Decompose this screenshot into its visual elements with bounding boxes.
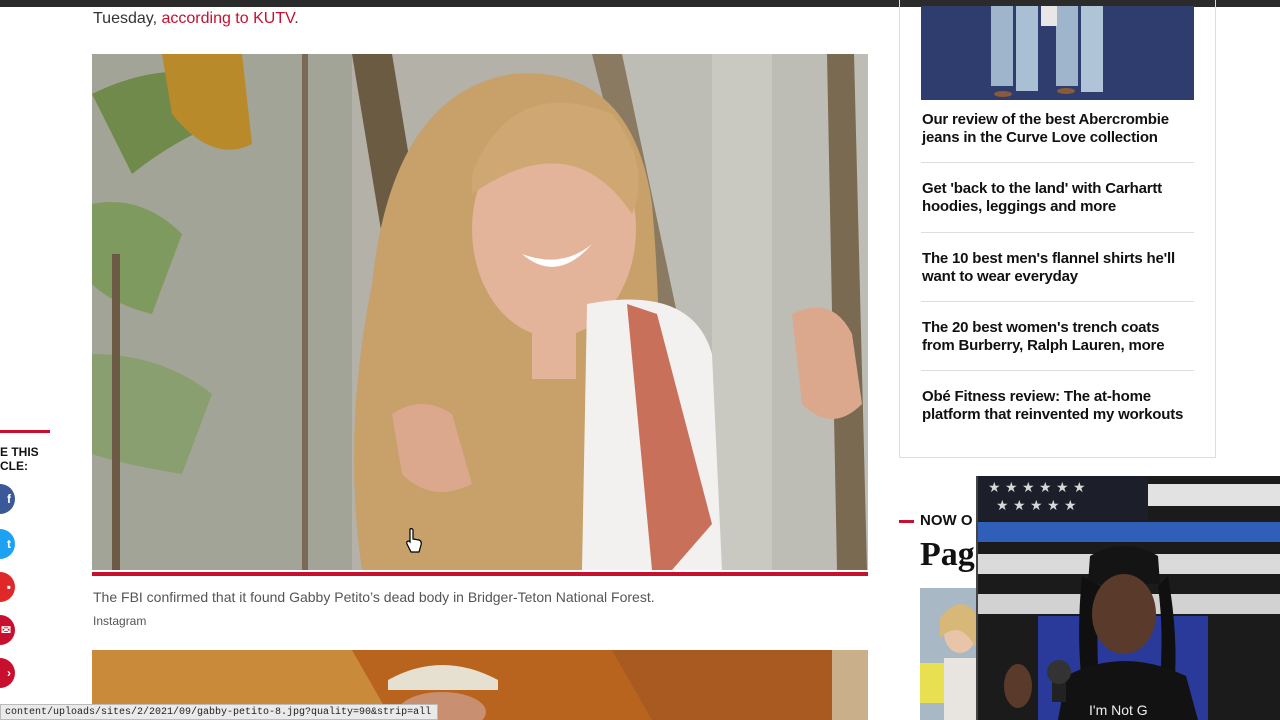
kutv-link[interactable]: according to KUTV xyxy=(161,10,294,27)
article-lead-paragraph: Tuesday, according to KUTV. xyxy=(93,10,299,28)
lead-end: . xyxy=(294,10,299,27)
status-bar-url: content/uploads/sites/2/2021/09/gabby-pe… xyxy=(0,704,439,720)
flipboard-icon[interactable]: ▪ xyxy=(0,572,15,602)
page-thumbnail[interactable] xyxy=(920,588,976,720)
svg-text:★ ★ ★ ★ ★: ★ ★ ★ ★ ★ xyxy=(996,498,1077,514)
now-section-label: NOW O xyxy=(899,512,973,529)
more-icon[interactable]: › xyxy=(0,658,15,688)
promo-list: Our review of the best Abercrombie jeans… xyxy=(921,100,1194,440)
promo-item[interactable]: The 10 best men's flannel shirts he'll w… xyxy=(921,233,1194,302)
mouse-pointer-icon xyxy=(405,528,423,559)
photo-credit: Instagram xyxy=(93,614,147,628)
twitter-icon[interactable]: t xyxy=(0,529,15,559)
page-section-title: Pag xyxy=(920,536,975,573)
share-label-line1: E THIS xyxy=(0,445,39,459)
share-label: E THIS CLE: xyxy=(0,445,39,473)
promo-item[interactable]: Obé Fitness review: The at-home platform… xyxy=(921,371,1194,440)
lead-text: Tuesday, xyxy=(93,10,162,27)
share-panel: E THIS CLE: f t ▪ ✉ › xyxy=(0,430,50,688)
promo-item[interactable]: Get 'back to the land' with Carhartt hoo… xyxy=(921,163,1194,233)
now-label-text: NOW O xyxy=(920,512,973,529)
promo-image[interactable] xyxy=(921,6,1194,100)
email-icon[interactable]: ✉ xyxy=(0,615,15,645)
share-rule xyxy=(0,430,50,433)
share-label-line2: CLE: xyxy=(0,459,28,473)
hero-underline xyxy=(92,572,868,576)
promo-item[interactable]: The 20 best women's trench coats from Bu… xyxy=(921,302,1194,371)
svg-text:★ ★ ★ ★ ★ ★: ★ ★ ★ ★ ★ ★ xyxy=(988,480,1086,496)
webcam-overlay: ★ ★ ★ ★ ★ ★ ★ ★ ★ ★ ★ xyxy=(976,476,1280,720)
promo-item[interactable]: Our review of the best Abercrombie jeans… xyxy=(921,100,1194,163)
photo-caption: The FBI confirmed that it found Gabby Pe… xyxy=(93,589,655,605)
webcam-shirt-text: I'm Not G xyxy=(1089,702,1148,718)
section-tick xyxy=(899,519,914,523)
facebook-icon[interactable]: f xyxy=(0,484,15,514)
hero-photo xyxy=(92,54,868,570)
